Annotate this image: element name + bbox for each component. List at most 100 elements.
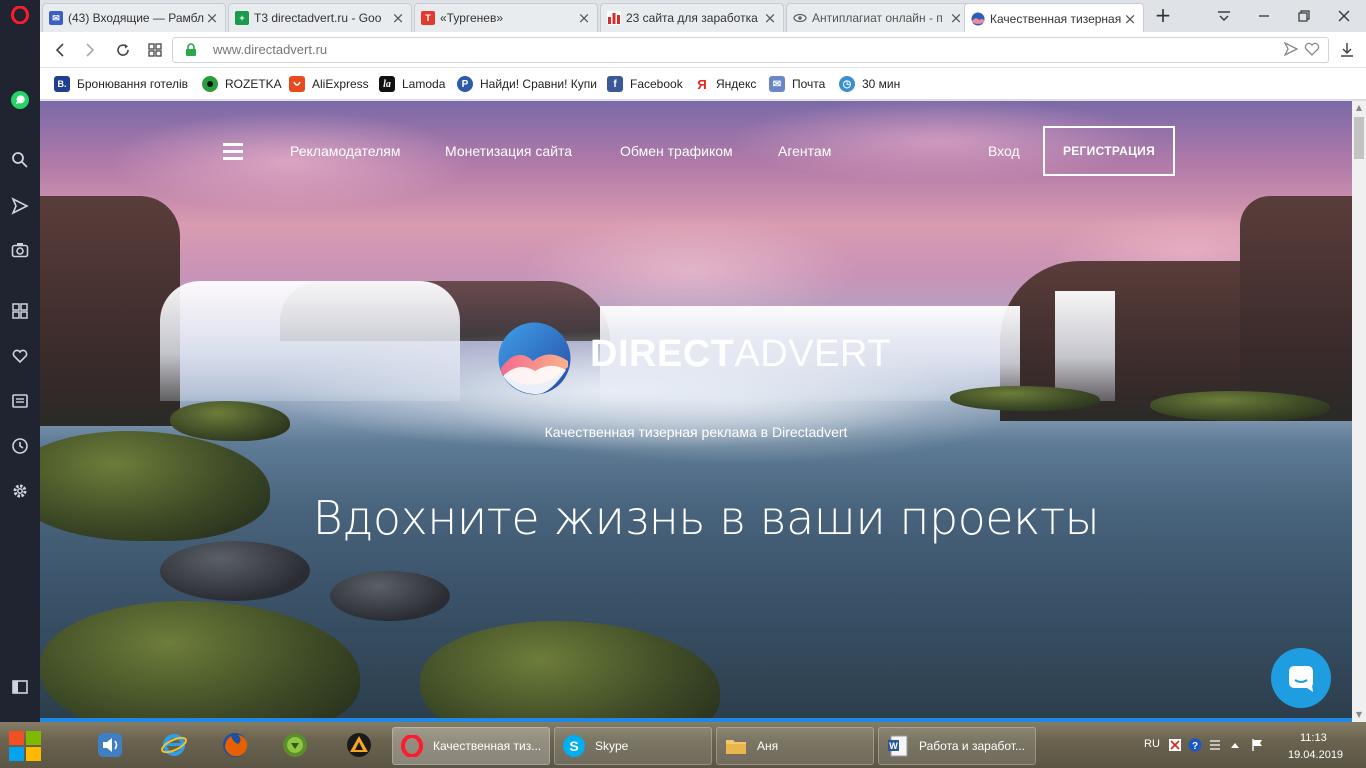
language-indicator[interactable]: RU — [1144, 738, 1160, 750]
url-field[interactable]: www.directadvert.ru — [172, 37, 1329, 63]
logo-wordmark: DIRECTADVERT — [590, 333, 891, 376]
bookmark-booking[interactable]: B. Бронювання готелів — [54, 75, 188, 93]
bookmark-facebook[interactable]: f Facebook — [607, 75, 683, 93]
tab-antiplagiat[interactable]: Антиплагиат онлайн - п × — [786, 3, 970, 32]
send-icon[interactable] — [0, 188, 40, 224]
close-window-icon[interactable] — [1326, 4, 1362, 28]
opera-icon — [399, 733, 425, 759]
restore-icon[interactable] — [1286, 4, 1322, 28]
sidebar-toggle-icon[interactable] — [0, 669, 40, 705]
heart-icon[interactable] — [0, 338, 40, 374]
close-icon[interactable]: × — [577, 9, 591, 27]
taskbar-label: Работа и заработ... — [919, 739, 1025, 753]
bookmark-label: Lamoda — [402, 77, 446, 91]
forward-button[interactable] — [78, 39, 102, 61]
clock-time[interactable]: 11:13 — [1300, 732, 1327, 744]
bookmark-rozetka[interactable]: ROZETKA — [202, 75, 282, 93]
download-icon[interactable] — [1335, 39, 1359, 61]
reload-button[interactable] — [111, 39, 135, 61]
tab-menu-icon[interactable] — [1206, 4, 1242, 28]
register-button[interactable]: РЕГИСТРАЦИЯ — [1043, 126, 1175, 176]
internet-explorer-icon[interactable] — [157, 728, 191, 762]
taskbar-label: Аня — [757, 739, 779, 753]
far-right-cliff — [1240, 196, 1352, 416]
tab-rambler[interactable]: ✉ (43) Входящие — Рамбл × — [42, 3, 226, 32]
speed-dial-icon[interactable] — [0, 293, 40, 329]
whatsapp-icon[interactable] — [0, 82, 40, 118]
show-hidden-icons-icon[interactable] — [1228, 738, 1242, 752]
nav-traffic-exchange[interactable]: Обмен трафиком — [620, 143, 733, 159]
scroll-up-icon[interactable]: ▲ — [1352, 101, 1366, 115]
left-cliff — [40, 196, 180, 426]
close-icon[interactable]: × — [205, 9, 219, 27]
nav-advertisers[interactable]: Рекламодателям — [290, 143, 400, 159]
taskbar-folder[interactable]: Аня — [716, 727, 874, 765]
action-center-flag-icon[interactable] — [1250, 738, 1264, 752]
camera-icon[interactable] — [0, 232, 40, 268]
bookmark-timer[interactable]: ◷ 30 мин — [839, 75, 900, 93]
settings-icon[interactable] — [0, 473, 40, 509]
login-link[interactable]: Вход — [988, 143, 1020, 159]
directadvert-logo[interactable]: DIRECTADVERT — [497, 321, 917, 396]
clock-date[interactable]: 19.04.2019 — [1288, 749, 1343, 761]
dark-rock — [330, 571, 450, 621]
tab-turgenev[interactable]: T «Тургенев» × — [414, 3, 598, 32]
web-page-hero: Рекламодателям Монетизация сайта Обмен т… — [40, 101, 1352, 722]
bookmark-heart-icon[interactable] — [1304, 42, 1320, 59]
chat-widget-button[interactable] — [1271, 648, 1331, 708]
hamburger-menu-icon[interactable] — [223, 143, 243, 161]
mossy-rock — [1150, 391, 1330, 421]
tab-google-docs[interactable]: + Т3 directadvert.ru - Goo × — [228, 3, 412, 32]
bookmark-aliexpress[interactable]: AliExpress — [289, 75, 369, 93]
bookmark-label: 30 мин — [862, 77, 901, 91]
close-icon[interactable]: × — [949, 9, 963, 27]
close-icon[interactable]: × — [763, 9, 777, 27]
tab-earnings[interactable]: 23 сайта для заработка × — [600, 3, 784, 32]
bookmark-price[interactable]: P Найди! Сравни! Купи — [457, 75, 597, 93]
search-icon[interactable] — [0, 142, 40, 178]
history-icon[interactable] — [0, 428, 40, 464]
bookmark-mail[interactable]: ✉ Почта — [769, 75, 825, 93]
nav-agents[interactable]: Агентам — [778, 143, 831, 159]
new-tab-button[interactable]: + — [1151, 4, 1175, 28]
scroll-thumb[interactable] — [1354, 117, 1364, 159]
scroll-down-icon[interactable]: ▼ — [1352, 708, 1366, 722]
opera-logo-icon[interactable] — [0, 0, 40, 30]
tray-expand-icon[interactable] — [1208, 738, 1222, 752]
hero-tagline: Качественная тизерная реклама в Directad… — [544, 424, 848, 440]
bookmark-yandex[interactable]: Я Яндекс — [696, 75, 756, 93]
bookmark-lamoda[interactable]: la Lamoda — [379, 75, 445, 93]
logo-wordmark-bold: DIRECT — [590, 333, 735, 375]
windows-logo-icon — [9, 731, 41, 761]
send-page-icon[interactable] — [1283, 41, 1299, 59]
mossy-rock — [420, 621, 720, 722]
taskbar-word[interactable]: W Работа и заработ... — [878, 727, 1036, 765]
tab-directadvert[interactable]: Качественная тизерная × — [964, 3, 1144, 33]
lock-icon[interactable] — [185, 43, 197, 60]
volume-app-icon[interactable] — [93, 728, 127, 762]
bookmark-label: Бронювання готелів — [77, 77, 189, 91]
sheets-icon: + — [235, 11, 249, 25]
aimp-icon[interactable] — [342, 728, 376, 762]
close-icon[interactable]: × — [1123, 10, 1137, 28]
firefox-icon[interactable] — [218, 728, 252, 762]
tab-title: Т3 directadvert.ru - Goo — [254, 11, 382, 25]
taskbar-skype[interactable]: S Skype — [554, 727, 712, 765]
taskbar-opera[interactable]: Качественная тиз... — [392, 727, 550, 765]
close-icon[interactable]: × — [391, 9, 405, 27]
tiles-icon[interactable] — [143, 39, 167, 61]
logo-mark-icon — [498, 322, 571, 395]
news-icon[interactable] — [0, 383, 40, 419]
tray-app-icon[interactable] — [1168, 738, 1182, 752]
svg-text:S: S — [569, 738, 578, 754]
help-icon[interactable]: ? — [1188, 738, 1202, 752]
minimize-icon[interactable] — [1246, 4, 1282, 28]
bookmark-label: Facebook — [630, 77, 683, 91]
page-scrollbar[interactable]: ▲ ▼ — [1352, 101, 1366, 722]
booking-icon: B. — [54, 76, 70, 92]
right-waterfall — [1055, 291, 1115, 401]
nav-monetization[interactable]: Монетизация сайта — [445, 143, 572, 159]
app-shield-icon[interactable] — [278, 728, 312, 762]
start-button[interactable] — [4, 727, 50, 765]
back-button[interactable] — [48, 39, 72, 61]
